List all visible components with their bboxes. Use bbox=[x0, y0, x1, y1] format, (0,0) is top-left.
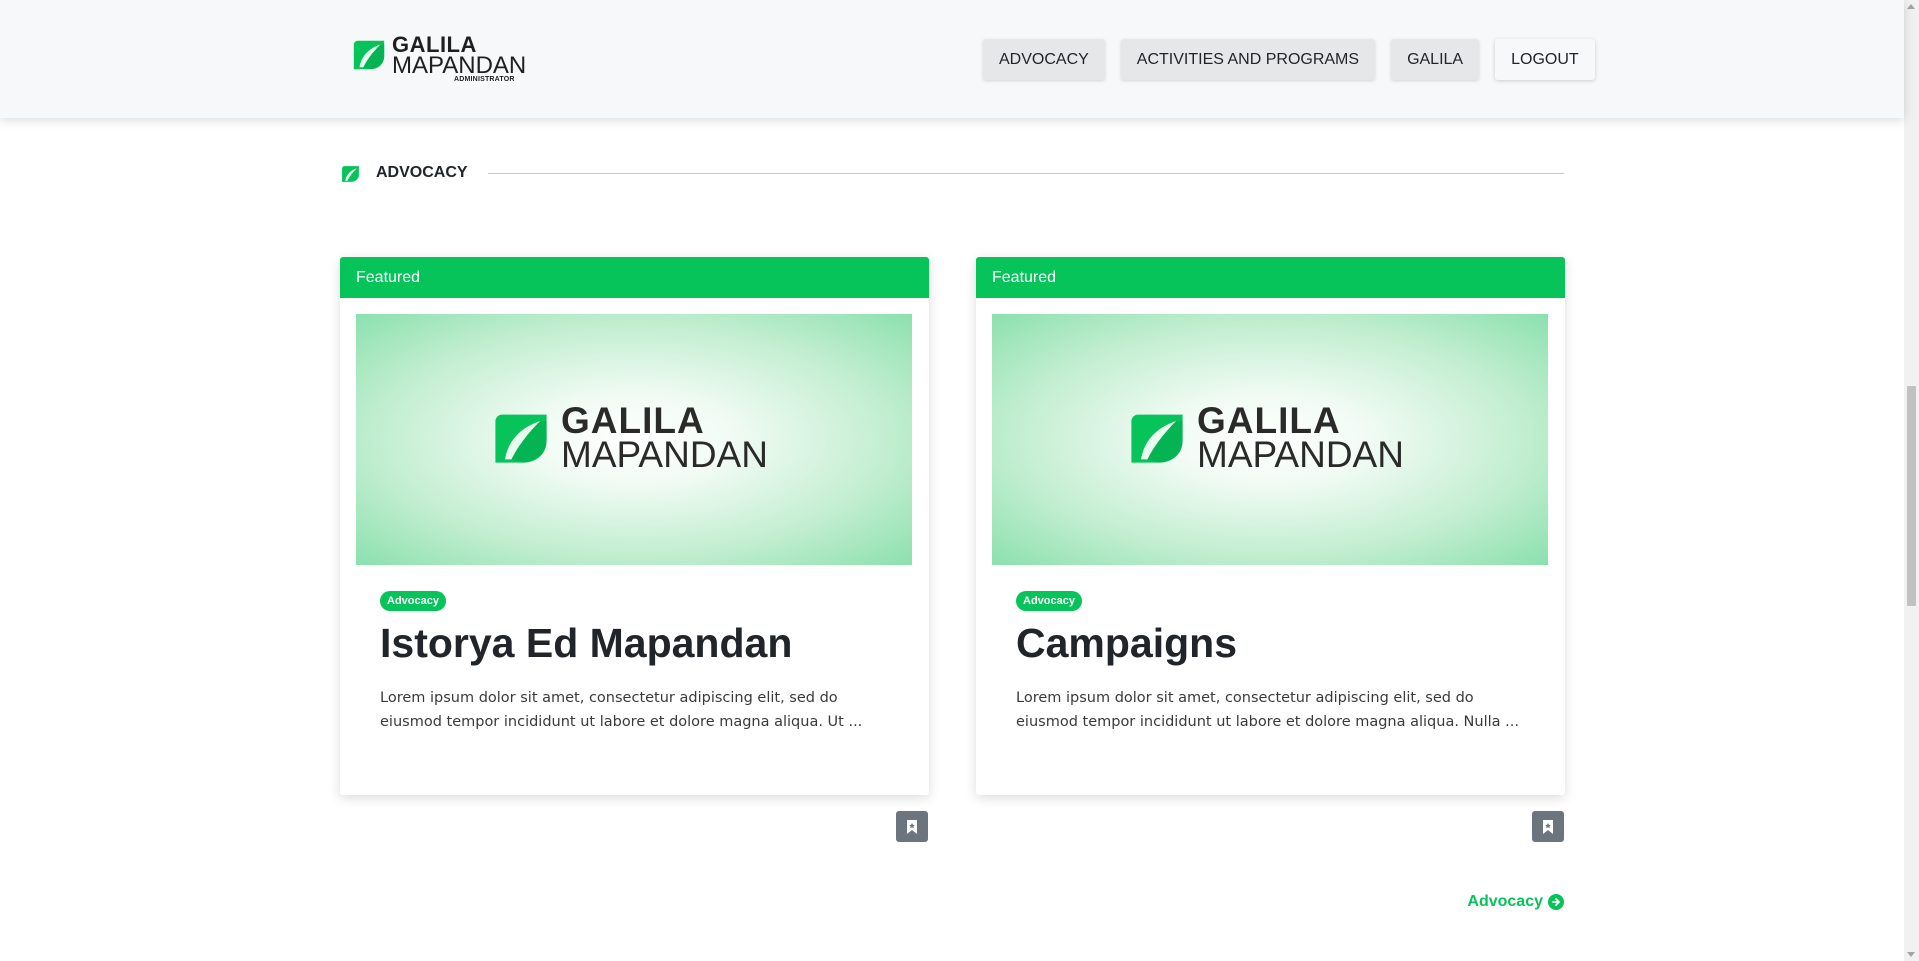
category-badge[interactable]: Advocacy bbox=[1016, 591, 1082, 611]
category-badge[interactable]: Advocacy bbox=[380, 591, 446, 611]
advocacy-more-link[interactable]: Advocacy bbox=[1467, 893, 1564, 911]
arrow-right-circle-icon bbox=[1548, 894, 1564, 910]
main-nav: ADVOCACY ACTIVITIES AND PROGRAMS GALILA … bbox=[983, 39, 1595, 80]
more-link-label: Advocacy bbox=[1467, 893, 1543, 910]
scroll-down-arrow-icon[interactable] bbox=[1907, 952, 1915, 957]
nav-galila-button[interactable]: GALILA bbox=[1391, 39, 1480, 80]
thumbnail-logo-line-2: MAPANDAN bbox=[1197, 434, 1404, 475]
logout-button[interactable]: LOGOUT bbox=[1495, 39, 1595, 80]
navbar: GALILA MAPANDAN ADMINISTRATOR ADVOCACY A… bbox=[0, 0, 1904, 118]
featured-ribbon: Featured bbox=[976, 257, 1565, 298]
leaf-logo-icon bbox=[342, 165, 359, 182]
post-title[interactable]: Istorya Ed Mapandan bbox=[380, 618, 792, 668]
section-title: ADVOCACY bbox=[376, 164, 468, 181]
featured-ribbon: Featured bbox=[340, 257, 929, 298]
brand-logo[interactable]: GALILA MAPANDAN ADMINISTRATOR bbox=[350, 33, 526, 85]
scrollbar-thumb[interactable] bbox=[1907, 386, 1916, 606]
thumbnail-logo: GALILA MAPANDAN bbox=[1125, 401, 1425, 475]
post-excerpt: Lorem ipsum dolor sit amet, consectetur … bbox=[380, 690, 863, 730]
nav-activities-button[interactable]: ACTIVITIES AND PROGRAMS bbox=[1120, 39, 1376, 80]
thumbnail-logo: GALILA MAPANDAN bbox=[489, 401, 789, 475]
bookmark-icon bbox=[1543, 819, 1553, 834]
post-thumbnail[interactable]: GALILA MAPANDAN bbox=[992, 314, 1548, 565]
leaf-logo-icon bbox=[353, 40, 385, 70]
post-title[interactable]: Campaigns bbox=[1016, 618, 1237, 668]
post-card: Featured GALILA MAPANDAN Advocacy Istory… bbox=[340, 257, 929, 795]
post-card: Featured GALILA MAPANDAN Advocacy Campai… bbox=[976, 257, 1565, 795]
leaf-logo-icon bbox=[495, 414, 547, 463]
leaf-logo-icon bbox=[1131, 414, 1183, 463]
bookmark-button[interactable] bbox=[896, 811, 928, 842]
page-scrollbar[interactable] bbox=[1904, 0, 1919, 961]
nav-advocacy-button[interactable]: ADVOCACY bbox=[983, 39, 1105, 80]
bookmark-icon bbox=[907, 819, 917, 834]
section-divider bbox=[487, 172, 1564, 174]
post-excerpt: Lorem ipsum dolor sit amet, consectetur … bbox=[1016, 690, 1519, 730]
thumbnail-logo-line-2: MAPANDAN bbox=[561, 434, 768, 475]
section-header: ADVOCACY bbox=[340, 162, 1564, 184]
bookmark-button[interactable] bbox=[1532, 811, 1564, 842]
post-thumbnail[interactable]: GALILA MAPANDAN bbox=[356, 314, 912, 565]
scroll-up-arrow-icon[interactable] bbox=[1907, 4, 1915, 9]
brand-line-3: ADMINISTRATOR bbox=[454, 76, 515, 83]
